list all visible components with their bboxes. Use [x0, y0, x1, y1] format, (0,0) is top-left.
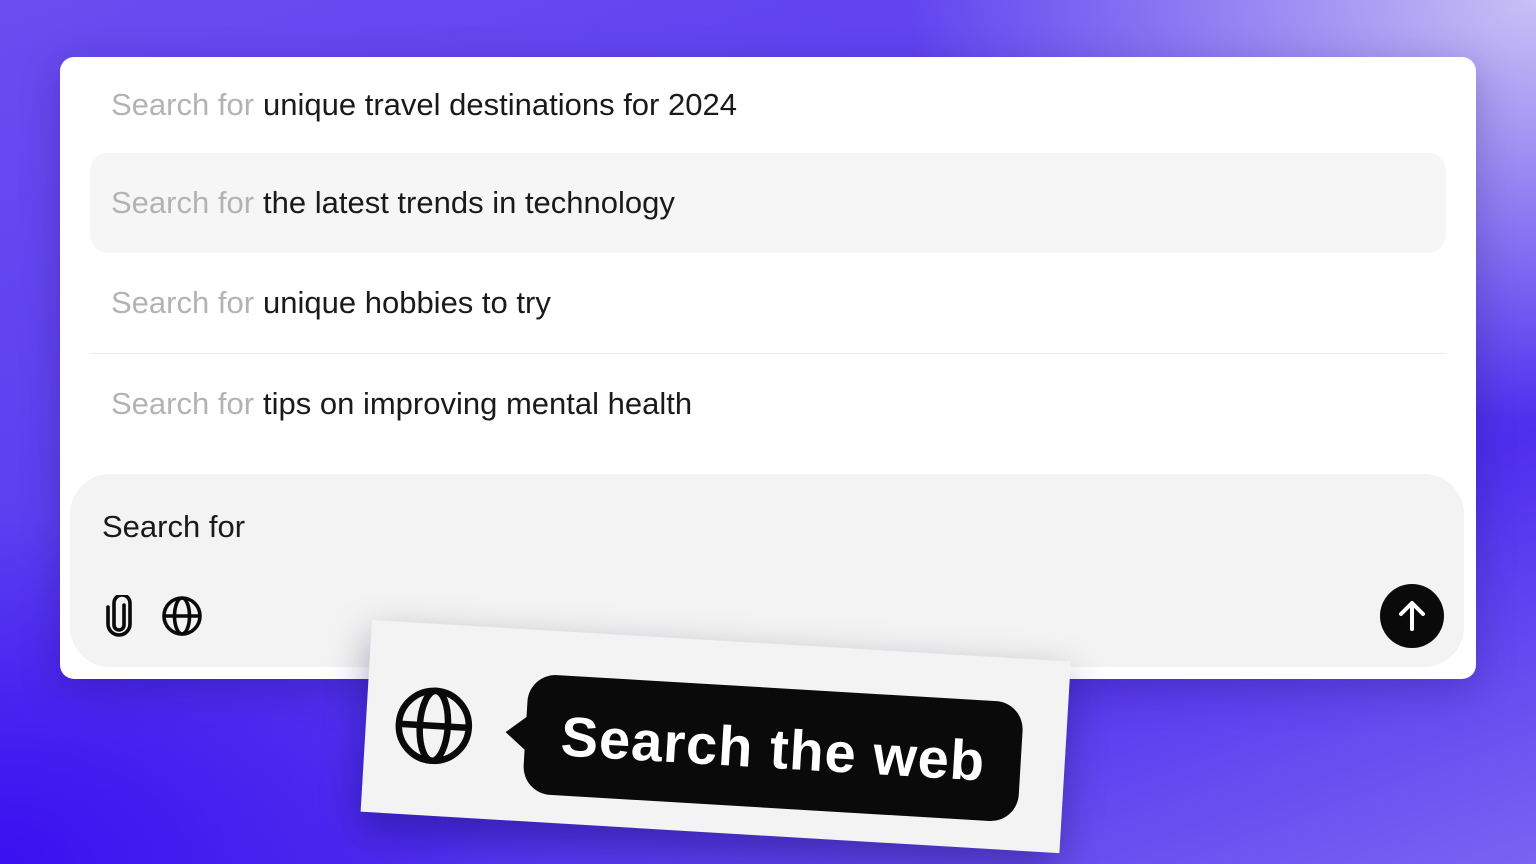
arrow-up-icon — [1399, 601, 1425, 631]
web-search-callout: Search the web — [360, 620, 1071, 854]
tooltip-text: Search the web — [559, 703, 988, 793]
suggestion-prefix: Search for — [111, 386, 255, 421]
suggestion-list: Search for unique travel destinations fo… — [90, 57, 1446, 454]
tooltip: Search the web — [521, 673, 1025, 823]
suggestion-item[interactable]: Search for unique travel destinations fo… — [90, 57, 1446, 153]
globe-icon — [162, 596, 202, 636]
globe-icon — [395, 687, 473, 765]
suggestion-prefix: Search for — [111, 87, 255, 122]
suggestion-item[interactable]: Search for tips on improving mental heal… — [90, 354, 1446, 454]
suggestion-text: unique hobbies to try — [263, 285, 551, 320]
web-search-button[interactable] — [158, 592, 206, 640]
suggestion-text: unique travel destinations for 2024 — [263, 87, 737, 122]
suggestion-item[interactable]: Search for unique hobbies to try — [90, 253, 1446, 353]
paperclip-icon — [106, 595, 132, 637]
suggestion-item-highlighted[interactable]: Search for the latest trends in technolo… — [90, 153, 1446, 253]
suggestion-text: the latest trends in technology — [263, 185, 675, 220]
suggestion-prefix: Search for — [111, 285, 255, 320]
search-panel: Search for unique travel destinations fo… — [60, 57, 1476, 679]
composer — [70, 474, 1464, 667]
send-button[interactable] — [1380, 584, 1444, 648]
attach-button[interactable] — [95, 592, 143, 640]
suggestion-text: tips on improving mental health — [263, 386, 693, 421]
search-input[interactable] — [102, 502, 1102, 552]
suggestion-prefix: Search for — [111, 185, 255, 220]
